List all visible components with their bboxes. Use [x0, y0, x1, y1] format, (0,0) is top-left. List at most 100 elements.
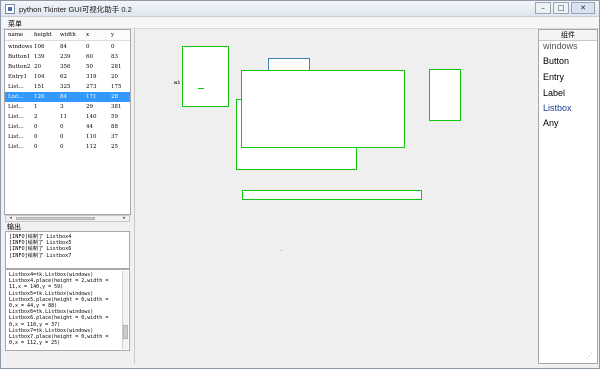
table-cell: 319 [86, 74, 97, 80]
table-cell: 20 [34, 64, 41, 70]
table-cell: 239 [60, 54, 71, 60]
table-row[interactable]: List... 151 325 273 175 [5, 82, 130, 92]
table-cell: List... [8, 144, 24, 150]
resize-grip-icon[interactable]: ⋰ [586, 352, 595, 361]
table-cell: 171 [86, 94, 97, 100]
close-button[interactable]: ✕ [571, 2, 595, 14]
table-cell: 273 [86, 84, 97, 90]
table-cell: 0 [60, 134, 64, 140]
table-cell: windows [8, 44, 33, 50]
scroll-left-icon[interactable]: ◂ [7, 216, 14, 221]
component-windows[interactable]: windows [543, 41, 578, 51]
table-cell: List... [8, 124, 24, 130]
table-cell: List... [8, 94, 24, 100]
table-cell: List... [8, 134, 24, 140]
widget-table[interactable]: name height width x y windows 106 84 0 0 Butt… [4, 29, 131, 215]
table-row[interactable]: List... 0 0 44 88 [5, 122, 130, 132]
table-cell: List... [8, 104, 24, 110]
table-row[interactable]: Button2 20 356 50 281 [5, 62, 130, 72]
table-cell: List... [8, 114, 24, 120]
table-cell: 325 [60, 84, 71, 90]
table-cell: 104 [34, 74, 45, 80]
table-row[interactable]: Entry1 104 62 319 20 [5, 72, 130, 82]
components-header: 组件 [539, 30, 597, 41]
window-title: python Tkinter GUI可视化助手 0.2 [19, 5, 132, 14]
table-cell: 0 [34, 124, 38, 130]
table-cell: 139 [34, 54, 45, 60]
table-row[interactable]: List... 0 0 112 25 [5, 142, 130, 152]
table-cell: 3 [60, 104, 64, 110]
maximize-button[interactable]: □ [553, 2, 569, 14]
table-cell: 140 [86, 114, 97, 120]
column-header-name[interactable]: name [8, 32, 23, 38]
components-panel: 组件 windows Button Entry Label Listbox An… [538, 29, 598, 364]
table-cell: 44 [86, 124, 93, 130]
table-cell: 84 [60, 44, 67, 50]
table-cell: 356 [60, 64, 71, 70]
canvas-label: wi [174, 80, 181, 86]
app-icon [5, 4, 15, 14]
component-any[interactable]: Any [543, 118, 559, 128]
scroll-right-icon[interactable]: ▸ [121, 216, 128, 221]
table-cell: 112 [86, 144, 97, 150]
column-header-x[interactable]: x [86, 32, 89, 38]
code-line: Listbox6.place(height = 0,width = [9, 315, 109, 322]
table-cell: 37 [111, 134, 118, 140]
table-header: name height width x y [5, 30, 130, 41]
table-cell: 1 [34, 104, 38, 110]
table-row[interactable]: List... 0 0 110 37 [5, 132, 130, 142]
table-cell: 0 [34, 144, 38, 150]
code-vertical-scrollbar[interactable] [122, 271, 128, 349]
component-entry[interactable]: Entry [543, 72, 564, 82]
minimize-button[interactable]: – [535, 2, 551, 14]
component-button[interactable]: Button [543, 56, 569, 66]
table-cell: 20 [111, 74, 118, 80]
generated-code-textbox[interactable]: Listbox4=tk.Listbox(windows) Listbox4.pl… [5, 269, 130, 351]
table-row[interactable]: windows 106 84 0 0 [5, 42, 130, 52]
column-header-y[interactable]: y [111, 32, 114, 38]
table-cell: 0 [111, 44, 115, 50]
scrollbar-thumb[interactable] [123, 325, 128, 339]
table-row[interactable]: Button1 139 239 60 83 [5, 52, 130, 62]
widget-dot[interactable] [281, 250, 282, 251]
table-cell: 29 [86, 104, 93, 110]
output-line: [INFO]绘制了 Listbox7 [9, 252, 72, 259]
widget-rect-button1[interactable] [241, 70, 405, 148]
output-log[interactable]: [INFO]绘制了 Listbox4 [INFO]绘制了 Listbox5 [I… [5, 231, 130, 269]
table-cell: List... [8, 84, 24, 90]
design-canvas[interactable]: wi [134, 29, 536, 364]
table-cell: 25 [111, 144, 118, 150]
column-header-width[interactable]: width [60, 32, 76, 38]
table-row[interactable]: List... 1 3 29 381 [5, 102, 130, 112]
widget-rect-listbox-right[interactable] [429, 69, 461, 121]
table-row[interactable]: List... 2 11 140 59 [5, 112, 130, 122]
table-cell: 11 [60, 114, 67, 120]
widget-rect-tiny[interactable] [198, 88, 204, 89]
table-cell: 83 [111, 54, 118, 60]
table-cell: 0 [34, 134, 38, 140]
table-row[interactable]: List... 126 84 171 28 [5, 92, 130, 102]
table-horizontal-scrollbar[interactable]: ◂ ▸ [5, 215, 130, 222]
column-header-height[interactable]: height [34, 32, 52, 38]
scrollbar-thumb[interactable] [16, 217, 95, 220]
table-cell: 50 [86, 64, 93, 70]
table-cell: Button2 [8, 64, 31, 70]
widget-rect-button2[interactable] [242, 190, 422, 200]
menu-item-main[interactable]: 菜单 [8, 19, 22, 29]
table-cell: 110 [86, 134, 97, 140]
component-listbox[interactable]: Listbox [543, 103, 572, 113]
table-cell: 60 [86, 54, 93, 60]
component-label[interactable]: Label [543, 88, 565, 98]
title-bar[interactable]: python Tkinter GUI可视化助手 0.2 – □ ✕ [1, 1, 599, 17]
window-controls: – □ ✕ [535, 2, 595, 15]
widget-rect-listbox[interactable] [182, 46, 229, 107]
table-cell: Entry1 [8, 74, 28, 80]
table-cell: 88 [111, 124, 118, 130]
table-cell: 175 [111, 84, 122, 90]
table-cell: 2 [34, 114, 38, 120]
table-cell: 0 [60, 124, 64, 130]
app-window: python Tkinter GUI可视化助手 0.2 – □ ✕ 菜单 nam… [0, 0, 600, 369]
table-cell: 106 [34, 44, 45, 50]
table-cell: 0 [86, 44, 90, 50]
table-cell: 28 [111, 94, 118, 100]
